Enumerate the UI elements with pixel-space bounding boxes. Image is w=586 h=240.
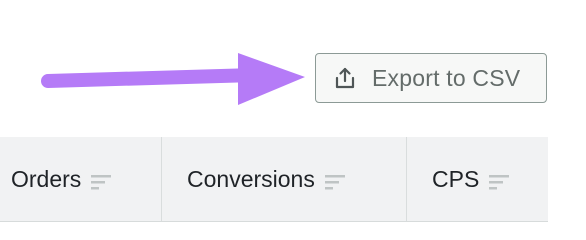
column-header-conversions-label: Conversions bbox=[187, 165, 315, 192]
sort-icon[interactable] bbox=[90, 170, 112, 190]
column-header-orders[interactable]: Orders bbox=[0, 137, 161, 221]
sort-icon[interactable] bbox=[324, 170, 346, 190]
screenshot-root: { "toolbar": { "export_label": "Export t… bbox=[0, 0, 586, 238]
arrow-shaft bbox=[41, 68, 262, 88]
sort-icon[interactable] bbox=[488, 170, 510, 190]
column-header-conversions[interactable]: Conversions bbox=[161, 137, 406, 221]
export-to-csv-label: Export to CSV bbox=[372, 64, 521, 91]
column-header-cps[interactable]: CPS bbox=[406, 137, 548, 221]
arrow-head bbox=[238, 53, 305, 105]
column-header-cps-label: CPS bbox=[432, 165, 480, 192]
column-header-orders-label: Orders bbox=[11, 165, 82, 192]
export-to-csv-button[interactable]: Export to CSV bbox=[315, 53, 547, 103]
export-upload-icon bbox=[333, 66, 357, 90]
table-header: Orders Conversions CPS bbox=[0, 137, 548, 222]
